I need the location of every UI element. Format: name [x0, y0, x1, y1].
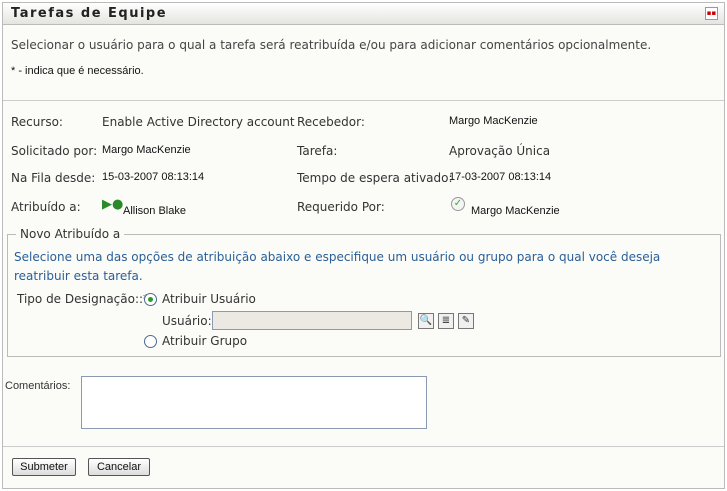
tarefa-label: Tarefa: [297, 144, 338, 158]
user-label: Usuário: [162, 314, 212, 328]
cancel-button[interactable]: Cancelar [88, 458, 150, 476]
divider [3, 446, 724, 447]
espera-value: 17-03-2007 08:13:14 [449, 171, 552, 183]
submit-button[interactable]: Submeter [12, 458, 76, 476]
assign-group-radio[interactable] [144, 335, 157, 348]
check-icon: ✓ [451, 197, 465, 211]
recurso-label: Recurso: [11, 115, 63, 129]
user-group-icon: ▶● [102, 197, 124, 212]
search-icon[interactable]: 🔍 [418, 313, 434, 329]
tarefa-value: Aprovação Única [449, 144, 551, 158]
requerido-label: Requerido Por: [297, 200, 385, 214]
divider [3, 100, 724, 101]
assign-user-label[interactable]: Atribuir Usuário [162, 292, 256, 306]
fila-value: 15-03-2007 08:13:14 [102, 171, 205, 183]
assign-group-label[interactable]: Atribuir Grupo [162, 334, 247, 348]
panel-title: Tarefas de Equipe [11, 6, 168, 21]
recebedor-label: Recebedor: [297, 115, 365, 129]
comments-label: Comentários: [5, 380, 71, 392]
fila-label: Na Fila desde: [11, 171, 96, 185]
clear-eraser-icon[interactable]: ✎ [458, 313, 474, 329]
recebedor-value: Margo MacKenzie [449, 115, 538, 127]
recurso-value: Enable Active Directory account [102, 115, 295, 129]
atribuido-label: Atribuído a: [11, 200, 81, 214]
requerido-value: Margo MacKenzie [471, 205, 560, 217]
required-note: * - indica que é necessário. [11, 65, 144, 77]
solicitado-label: Solicitado por: [11, 144, 98, 158]
instruction-text: Selecionar o usuário para o qual a taref… [11, 38, 652, 52]
reassign-instruction: Selecione uma das opções de atribuição a… [14, 250, 661, 283]
solicitado-value: Margo MacKenzie [102, 144, 191, 156]
history-list-icon[interactable]: ≣ [438, 313, 454, 329]
assignment-type-label: Tipo de Designação::* [17, 292, 150, 306]
new-assignee-legend: Novo Atribuído a [20, 227, 121, 241]
panel-menu-icon[interactable]: ▪▪ [705, 7, 718, 20]
panel-header: Tarefas de Equipe ▪▪ [3, 3, 724, 25]
espera-label: Tempo de espera ativado: [297, 171, 453, 185]
assign-user-radio[interactable] [144, 293, 157, 306]
atribuido-value: Allison Blake [123, 205, 186, 217]
comments-textarea[interactable] [81, 376, 427, 429]
user-input[interactable] [212, 311, 412, 330]
